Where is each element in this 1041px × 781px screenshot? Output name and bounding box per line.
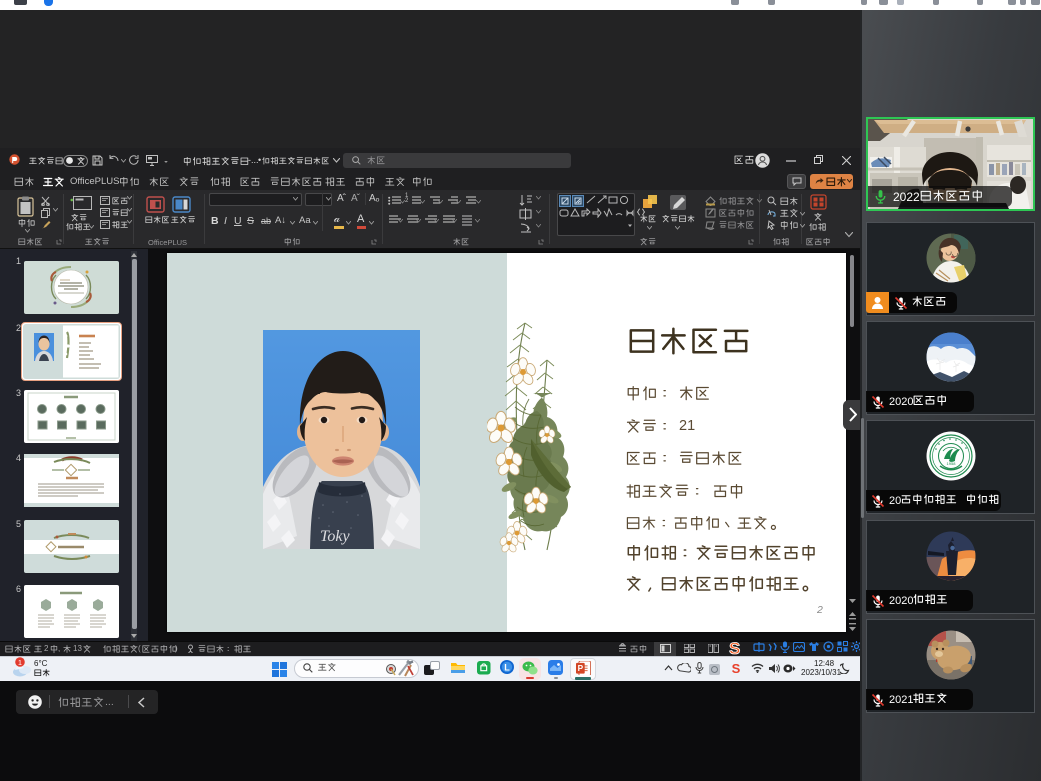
svg-text:1: 1 [18,658,22,667]
svg-text:S: S [732,661,741,675]
svg-text:P: P [578,664,584,673]
svg-text:Toky: Toky [320,528,351,545]
svg-text:1958: 1958 [947,461,957,466]
svg-text:L: L [504,662,510,672]
svg-text:S: S [729,639,740,657]
